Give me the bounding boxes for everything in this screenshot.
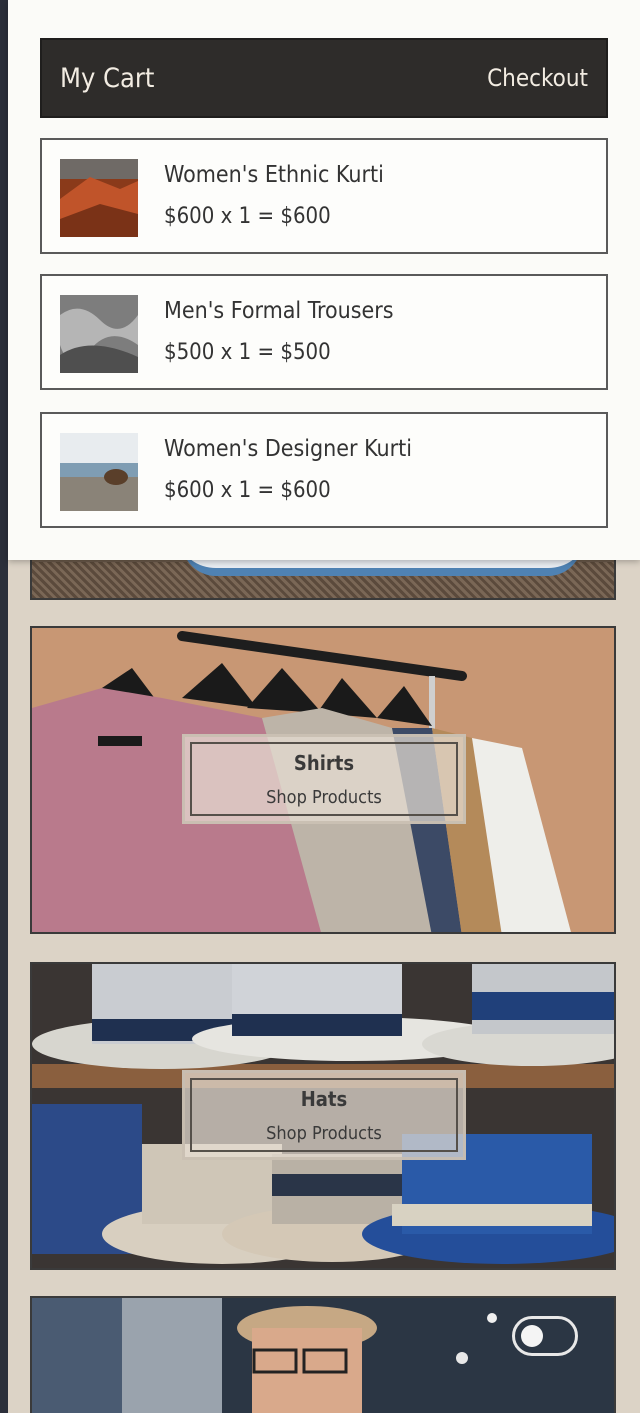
- shop-products-link-shirts[interactable]: Shop Products: [266, 787, 382, 808]
- shop-products-link-hats[interactable]: Shop Products: [266, 1123, 382, 1144]
- bear-on-beach-thumbnail: [60, 433, 138, 511]
- theme-toggle-switch[interactable]: [512, 1316, 578, 1356]
- checkout-button[interactable]: Checkout: [487, 64, 588, 92]
- cart-dropdown: My Cart Checkout Women's Ethnic Kurti $6…: [8, 0, 640, 560]
- cart-item[interactable]: Women's Ethnic Kurti $600 x 1 = $600: [40, 138, 608, 254]
- category-title-hats: Hats: [300, 1086, 348, 1111]
- cart-header: My Cart Checkout: [40, 38, 608, 118]
- cart-item-name: Women's Designer Kurti: [164, 436, 412, 462]
- category-tile-hats[interactable]: Hats Shop Products: [30, 962, 616, 1270]
- cart-title: My Cart: [60, 62, 155, 94]
- category-title-shirts: Shirts: [293, 750, 355, 775]
- cart-item[interactable]: Men's Formal Trousers $500 x 1 = $500: [40, 274, 608, 390]
- hats-overlay-box[interactable]: Hats Shop Products: [182, 1070, 466, 1160]
- cart-item-price: $600 x 1 = $600: [164, 204, 331, 229]
- cart-item-price: $500 x 1 = $500: [164, 340, 331, 365]
- shirts-overlay-box[interactable]: Shirts Shop Products: [182, 734, 466, 824]
- cart-item[interactable]: Women's Designer Kurti $600 x 1 = $600: [40, 412, 608, 528]
- gray-clouds-thumbnail: [60, 295, 138, 373]
- cart-item-name: Men's Formal Trousers: [164, 298, 394, 324]
- category-tile-shirts[interactable]: Shirts Shop Products: [30, 626, 616, 934]
- toggle-knob: [521, 1325, 543, 1347]
- cart-item-name: Women's Ethnic Kurti: [164, 162, 384, 188]
- cart-item-price: $600 x 1 = $600: [164, 478, 331, 503]
- red-canyon-thumbnail: [60, 159, 138, 237]
